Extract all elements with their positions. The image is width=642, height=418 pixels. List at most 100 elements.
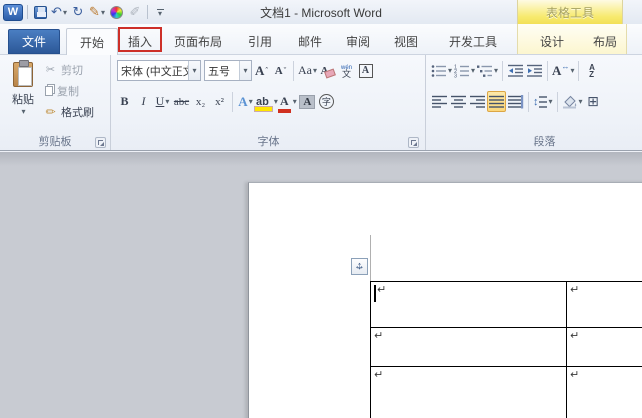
tab-review[interactable]: 审阅 (334, 28, 382, 54)
highlight-color-button[interactable]: ab ▾ (254, 91, 279, 112)
line-spacing-dropdown[interactable]: ▾ (549, 97, 553, 106)
multilevel-list-button[interactable]: ▾ (476, 60, 499, 81)
separator (528, 91, 529, 112)
arrow-h-icon: ↔ (561, 62, 570, 71)
tab-layout[interactable]: 布局 (580, 28, 630, 54)
bold-button[interactable]: B (115, 91, 134, 112)
character-border-icon: A (358, 63, 373, 78)
tab-references[interactable]: 引用 (234, 28, 286, 54)
font-dialog-launcher[interactable] (408, 137, 419, 148)
paste-button[interactable]: 粘贴 ▾ (6, 59, 40, 135)
paste-dropdown[interactable]: ▾ (21, 107, 25, 116)
character-border-button[interactable]: A (356, 60, 375, 81)
tab-mailings[interactable]: 邮件 (286, 28, 334, 54)
tab-developer[interactable]: 开发工具 (436, 28, 510, 54)
table-cell-r3c2[interactable]: ↵ (567, 367, 642, 418)
change-case-icon: Aa (298, 63, 312, 77)
strikethrough-button[interactable]: abc (172, 91, 191, 112)
line-spacing-button[interactable]: ↕ ▾ (532, 91, 554, 112)
numbering-button[interactable]: 123 ▾ (453, 60, 476, 81)
text-effects-dropdown[interactable]: ▾ (249, 97, 253, 106)
numbering-icon: 123 (454, 64, 470, 78)
shrink-font-button[interactable]: Aˇ (271, 60, 290, 81)
tab-insert[interactable]: 插入 (118, 27, 162, 54)
paragraph-mark: ↵ (377, 284, 387, 296)
group-clipboard: 粘贴 ▾ ✂ 剪切 复制 ✏ 格式刷 剪贴板 (0, 55, 111, 150)
phonetic-guide-icon: wén 文 (341, 64, 353, 79)
separator (547, 60, 549, 81)
table-cell-r3c1[interactable]: ↵ (371, 367, 567, 418)
borders-button[interactable]: ⊞ (584, 91, 603, 112)
table-cell-r2c1[interactable]: ↵ (371, 328, 567, 367)
justify-button[interactable] (487, 91, 506, 112)
ribbon: 粘贴 ▾ ✂ 剪切 复制 ✏ 格式刷 剪贴板 宋体 (中文正文) ▾ 五号 ▾ (0, 55, 642, 151)
character-shading-button[interactable]: A (298, 91, 317, 112)
shading-button[interactable]: ▾ (561, 91, 584, 112)
phonetic-guide-button[interactable]: wén 文 (337, 60, 356, 81)
text-effects-button[interactable]: A ▾ (236, 91, 255, 112)
table-cell-r2c2[interactable]: ↵ (567, 328, 642, 367)
cut-button: ✂ 剪切 (42, 59, 94, 80)
separator (232, 91, 233, 112)
highlight-dropdown[interactable]: ▾ (274, 97, 278, 106)
font-color-button[interactable]: A ▾ (278, 91, 298, 113)
chevron-down-icon[interactable]: ▾ (239, 61, 251, 80)
paragraph-mark: ↵ (374, 369, 384, 381)
tab-page-layout[interactable]: 页面布局 (162, 28, 234, 54)
sort-icon: AZ (589, 62, 595, 79)
group-font: 宋体 (中文正文) ▾ 五号 ▾ Aˆ Aˇ Aa▾ A wén文 A B I … (112, 55, 426, 150)
font-size-combo[interactable]: 五号 ▾ (204, 60, 252, 81)
font-color-dropdown[interactable]: ▾ (293, 97, 297, 106)
grow-font-icon: A (254, 62, 265, 78)
grow-font-button[interactable]: Aˆ (252, 60, 271, 81)
highlight-icon: ab (254, 95, 273, 112)
table-cell-r1c1[interactable]: ↵ (371, 282, 567, 328)
table-cell-r1c2[interactable]: ↵ (567, 282, 642, 328)
document-page[interactable]: ↔ ↕ ↵ ↵ ↵ ↵ ↵ ↵ (248, 182, 642, 418)
tab-file[interactable]: 文件 (8, 29, 60, 54)
change-case-button[interactable]: Aa ▾ (297, 60, 318, 81)
multilevel-dropdown[interactable]: ▾ (494, 66, 498, 75)
bullets-dropdown[interactable]: ▾ (448, 66, 452, 75)
italic-button[interactable]: I (134, 91, 153, 112)
scissors-icon: ✂ (45, 64, 56, 76)
numbering-dropdown[interactable]: ▾ (471, 66, 475, 75)
chevron-down-icon[interactable]: ▾ (188, 61, 200, 80)
underline-button[interactable]: U ▾ (153, 91, 172, 112)
increase-indent-button[interactable] (525, 60, 544, 81)
copy-label: 复制 (57, 85, 79, 98)
clipboard-dialog-launcher[interactable] (95, 137, 106, 148)
superscript-button[interactable]: x² (210, 91, 229, 112)
align-right-icon (469, 95, 485, 108)
separator (556, 91, 558, 112)
decrease-indent-icon (507, 64, 523, 77)
multilevel-list-icon (477, 65, 493, 77)
font-name-combo[interactable]: 宋体 (中文正文) ▾ (117, 60, 201, 81)
align-center-button[interactable] (449, 91, 468, 112)
paste-clipboard-icon (13, 60, 33, 87)
table-move-handle[interactable]: ↔ ↕ (351, 258, 368, 275)
enclose-characters-button[interactable]: 字 (317, 91, 336, 112)
asian-layout-button[interactable]: A ↔ ▾ (551, 60, 575, 81)
asian-layout-dropdown[interactable]: ▾ (570, 66, 574, 75)
tab-home[interactable]: 开始 (66, 28, 118, 55)
text-effects-icon: A (238, 93, 248, 109)
distribute-button[interactable] (506, 91, 525, 112)
bullets-button[interactable]: ▾ (430, 60, 453, 81)
clear-formatting-button[interactable]: A (318, 60, 337, 81)
underline-dropdown[interactable]: ▾ (165, 97, 169, 106)
tab-view[interactable]: 视图 (382, 28, 430, 54)
tab-design[interactable]: 设计 (527, 28, 577, 54)
format-painter-button[interactable]: ✏ 格式刷 (42, 101, 94, 122)
decrease-indent-button[interactable] (506, 60, 525, 81)
shading-dropdown[interactable]: ▾ (579, 97, 583, 106)
underline-icon: U (155, 94, 165, 108)
subscript-button[interactable]: x₂ (191, 91, 210, 112)
shading-bucket-icon (562, 95, 576, 109)
sort-button[interactable]: AZ (582, 60, 601, 81)
separator (578, 60, 580, 81)
align-right-button[interactable] (468, 91, 487, 112)
align-left-button[interactable] (430, 91, 449, 112)
cut-label: 剪切 (61, 64, 83, 77)
titlebar: W ↶ ▾ ↻ ✎ ▾ ✐ ▾ 文档1 - Microsoft Word 表格工具 (0, 0, 642, 24)
